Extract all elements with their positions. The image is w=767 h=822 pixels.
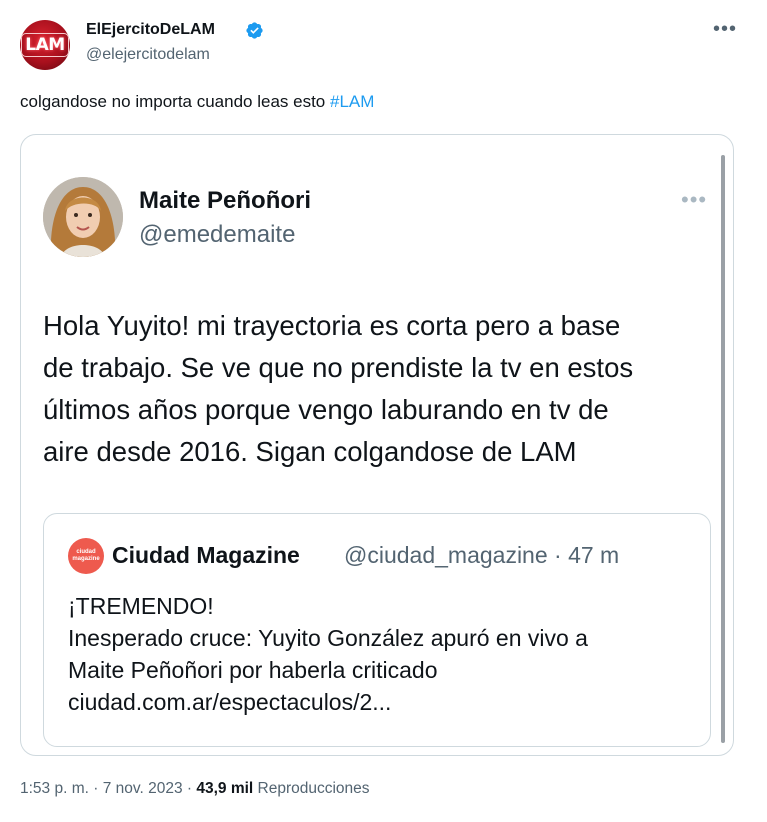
more-horizontal-icon[interactable]: ••• <box>681 187 707 213</box>
embedded-author-avatar[interactable] <box>43 177 123 257</box>
tweet-body: colgandose no importa cuando leas esto <box>20 92 326 111</box>
tweet-footer: 1:53 p. m. · 7 nov. 2023 · 43,9 mil Repr… <box>20 780 370 798</box>
quoted-link[interactable]: ciudad.com.ar/espectaculos/2... <box>68 686 698 718</box>
embedded-tweet-text: Hola Yuyito! mi trayectoria es corta per… <box>43 305 713 473</box>
embedded-author-name[interactable]: Maite Peñoñori <box>139 187 311 215</box>
verified-badge-icon <box>246 22 263 39</box>
hashtag-link[interactable]: #LAM <box>330 92 374 111</box>
views-label: Reproducciones <box>257 780 370 797</box>
quoted-text-line: Maite Peñoñori por haberla criticado <box>68 657 438 683</box>
quoted-tweet-card[interactable]: ciudad magazine Ciudad Magazine @ciudad_… <box>43 513 711 747</box>
more-horizontal-icon[interactable]: ••• <box>713 18 737 41</box>
embedded-text-line: últimos años porque vengo laburando en t… <box>43 394 609 425</box>
quoted-author-name[interactable]: Ciudad Magazine <box>112 542 300 569</box>
quoted-author-meta: @ciudad_magazine · 47 m <box>344 542 620 568</box>
avatar-logo-text: magazine <box>72 556 100 562</box>
author-display-name[interactable]: ElEjercitoDeLAM <box>86 21 215 39</box>
quoted-text-line: ¡TREMENDO! <box>68 593 214 619</box>
quoted-tweet-text: ¡TREMENDO! Inesperado cruce: Yuyito Gonz… <box>68 590 698 718</box>
avatar-logo-text: ciudad <box>76 549 96 555</box>
scrollbar[interactable] <box>721 155 725 743</box>
author-handle[interactable]: @elejercitodelam <box>86 46 210 64</box>
embedded-text-line: de trabajo. Se ve que no prendiste la tv… <box>43 352 634 383</box>
quoted-text-line: Inesperado cruce: Yuyito González apuró … <box>68 625 588 651</box>
tweet-header: LAM ElEjercitoDeLAM @elejercitodelam ••• <box>20 18 747 74</box>
quoted-author-avatar[interactable]: ciudad magazine <box>68 538 104 574</box>
tweet-text: colgandose no importa cuando leas esto #… <box>20 92 374 112</box>
embedded-text-line: Hola Yuyito! mi trayectoria es corta per… <box>43 310 621 341</box>
embedded-author-handle[interactable]: @emedemaite <box>139 221 295 249</box>
embedded-tweet-card[interactable]: Maite Peñoñori @emedemaite ••• Hola Yuyi… <box>20 134 734 756</box>
embedded-text-line: aire desde 2016. Sigan colgandose de LAM <box>43 436 577 467</box>
timestamp[interactable]: 1:53 p. m. · 7 nov. 2023 · <box>20 780 196 797</box>
avatar-logo-text: LAM <box>21 33 69 57</box>
author-avatar[interactable]: LAM <box>20 20 70 70</box>
views-count: 43,9 mil <box>196 780 254 797</box>
